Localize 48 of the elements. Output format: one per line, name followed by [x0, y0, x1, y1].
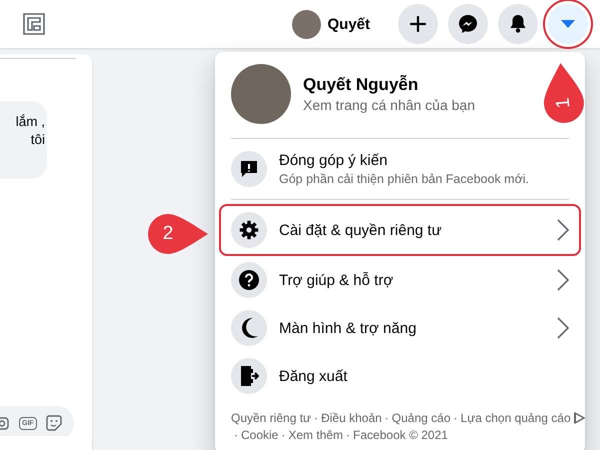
- menu-item-label: Đăng xuất: [279, 368, 348, 384]
- feedback-icon: [239, 159, 259, 179]
- separator-dot: ·: [280, 428, 286, 442]
- chat-bubble-icon: [458, 14, 478, 34]
- caret-icon: [561, 20, 575, 28]
- header-button[interactable]: [448, 4, 488, 44]
- camera-icon[interactable]: [0, 416, 10, 430]
- menu-item[interactable]: Trợ giúp & hỗ trợ: [223, 256, 577, 304]
- menu-item-subtitle: Góp phần cải thiện phiên bản Facebook mới.: [279, 172, 530, 186]
- profile-name: Quyết Nguyễn: [303, 75, 420, 95]
- avatar-placeholder: [292, 10, 322, 38]
- footer-link[interactable]: Quyền riêng tư: [231, 411, 312, 425]
- profile-link[interactable]: Quyết Nguyễn Xem trang cá nhân của bạn: [223, 60, 484, 132]
- header-button[interactable]: [498, 4, 538, 44]
- menu-item-label: Màn hình & trợ năng: [279, 320, 418, 336]
- separator-dot: ·: [452, 411, 459, 425]
- separator-dot: ·: [384, 411, 390, 425]
- callout-marker: 2: [148, 212, 210, 256]
- footer-link[interactable]: Xem thêm: [288, 428, 344, 442]
- menu-item-label: Cài đặt & quyền riêng tư: [279, 222, 443, 238]
- menu-item-label: Đóng góp ý kiến: [279, 152, 388, 169]
- separator-dot: ·: [345, 428, 352, 442]
- app-logo-icon[interactable]: [22, 12, 46, 36]
- menu-item[interactable]: Đăng xuất: [223, 352, 577, 400]
- profile-subtitle: Xem trang cá nhân của bạn: [303, 97, 476, 113]
- footer-link[interactable]: Cookie: [241, 428, 278, 442]
- separator-dot: ·: [313, 411, 320, 425]
- menu-item[interactable]: Đóng góp ý kiến Góp phần cải thiện phiên bản Facebook mới.: [223, 145, 577, 193]
- menu-item[interactable]: Màn hình & trợ năng: [223, 304, 577, 352]
- message-text: tôi: [30, 131, 46, 149]
- plus-icon: [409, 15, 427, 33]
- gear-icon: [239, 220, 259, 240]
- sticker-icon[interactable]: [46, 415, 62, 431]
- menu-item-label: Trợ giúp & hỗ trợ: [279, 272, 394, 288]
- header-button[interactable]: [398, 4, 438, 44]
- separator-dot: ·: [233, 428, 239, 442]
- footer-link[interactable]: Quảng cáo: [392, 411, 451, 425]
- profile-button[interactable]: Quyết: [290, 6, 378, 42]
- footer-link[interactable]: Lựa chọn quảng cáo: [460, 411, 571, 425]
- moon-icon: [239, 317, 259, 339]
- ad-choices-icon[interactable]: [574, 412, 585, 424]
- bell-icon: [509, 14, 527, 34]
- menu-item[interactable]: Cài đặt & quyền riêng tư: [221, 206, 579, 254]
- question-icon: [238, 269, 260, 291]
- door-exit-icon: [239, 365, 259, 387]
- footer-link[interactable]: Điều khoản: [321, 411, 382, 425]
- message-text: lắm ,: [16, 113, 46, 131]
- footer-link[interactable]: Facebook © 2021: [353, 428, 448, 442]
